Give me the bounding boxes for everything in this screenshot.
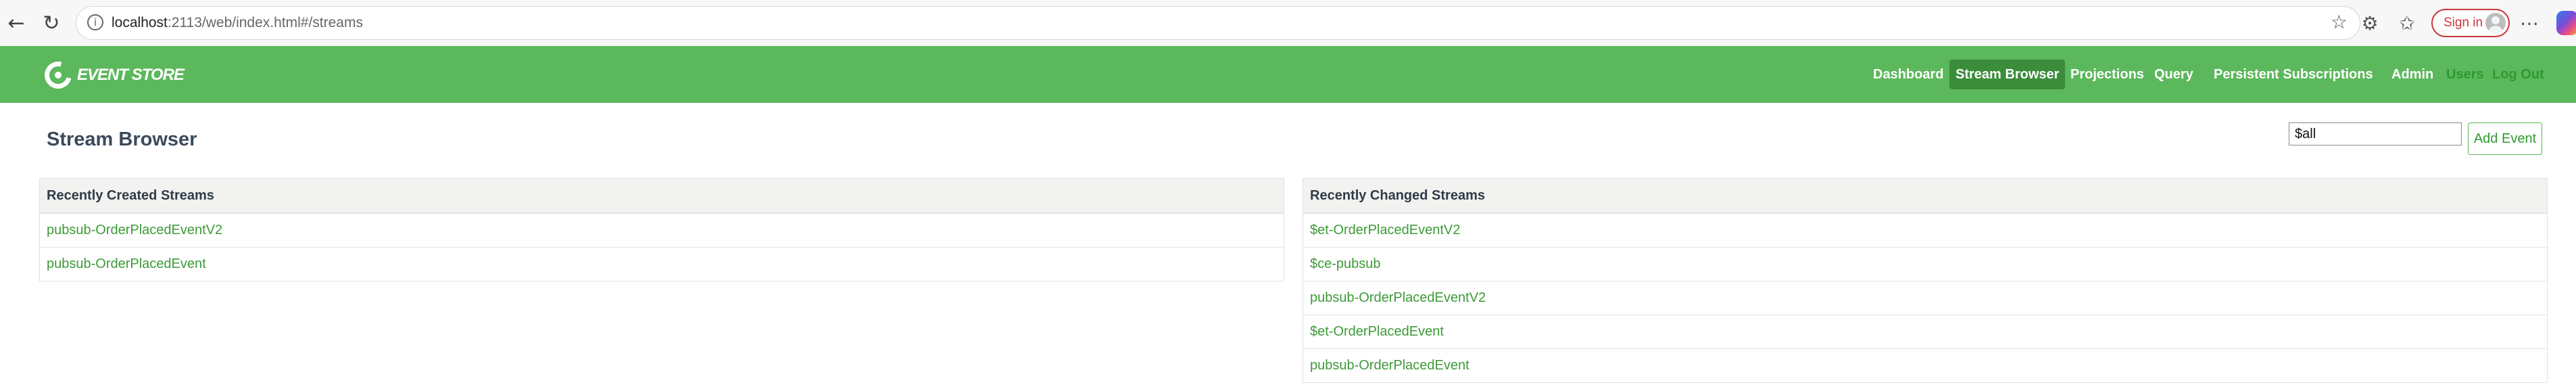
url-path: :2113/web/index.html#/streams [167, 15, 363, 30]
logo-ring-icon [39, 56, 77, 94]
nav-dashboard[interactable]: Dashboard [1867, 60, 1949, 89]
extensions-icon[interactable]: ⚙ [2356, 9, 2383, 37]
nav-admin[interactable]: Admin [2385, 60, 2439, 89]
page-title: Stream Browser [47, 129, 197, 150]
stream-link[interactable]: $et-OrderPlacedEvent [1303, 315, 2547, 349]
stream-search-input[interactable] [2289, 122, 2462, 145]
avatar-icon [2485, 13, 2506, 33]
stream-link[interactable]: $ce-pubsub [1303, 248, 2547, 281]
browser-toolbar: ← ↻ i localhost:2113/web/index.html#/str… [0, 0, 2576, 47]
add-event-button[interactable]: Add Event [2468, 122, 2542, 155]
stream-link[interactable]: $et-OrderPlacedEventV2 [1303, 214, 2547, 248]
logo-text: EVENT STORE [77, 66, 185, 84]
nav-stream-browser[interactable]: Stream Browser [1949, 60, 2066, 89]
reload-icon[interactable]: ↻ [38, 9, 65, 37]
recently-changed-panel: Recently Changed Streams $et-OrderPlaced… [1303, 178, 2548, 383]
nav-log-out[interactable]: Log Out [2486, 60, 2550, 89]
nav-query[interactable]: Query [2148, 60, 2200, 89]
nav-users[interactable]: Users [2440, 60, 2490, 89]
stream-link[interactable]: pubsub-OrderPlacedEventV2 [40, 214, 1284, 248]
site-info-icon[interactable]: i [87, 14, 103, 30]
favorites-icon[interactable]: ✩ [2393, 9, 2421, 37]
stream-link[interactable]: pubsub-OrderPlacedEvent [40, 248, 1284, 281]
event-store-logo[interactable]: EVENT STORE [39, 56, 185, 94]
recently-changed-header: Recently Changed Streams [1303, 179, 2547, 214]
nav-persistent-subscriptions[interactable]: Persistent Subscriptions [2208, 60, 2379, 89]
url-host: localhost [112, 15, 168, 30]
back-arrow-icon[interactable]: ← [3, 9, 30, 37]
sign-in-label: Sign in [2444, 16, 2483, 30]
star-icon[interactable]: ☆ [2331, 11, 2348, 33]
recently-created-header: Recently Created Streams [40, 179, 1284, 214]
more-menu-icon[interactable]: ⋯ [2516, 9, 2543, 37]
recently-created-panel: Recently Created Streams pubsub-OrderPla… [39, 178, 1284, 281]
app-header: EVENT STORE Dashboard Stream Browser Pro… [0, 46, 2576, 103]
address-bar[interactable]: i localhost:2113/web/index.html#/streams… [76, 6, 2360, 40]
stream-link[interactable]: pubsub-OrderPlacedEvent [1303, 349, 2547, 382]
nav-projections[interactable]: Projections [2064, 60, 2150, 89]
copilot-icon[interactable] [2556, 11, 2576, 35]
url-text[interactable]: localhost:2113/web/index.html#/streams [112, 7, 363, 39]
sign-in-button[interactable]: Sign in [2431, 9, 2510, 37]
stream-link[interactable]: pubsub-OrderPlacedEventV2 [1303, 281, 2547, 315]
